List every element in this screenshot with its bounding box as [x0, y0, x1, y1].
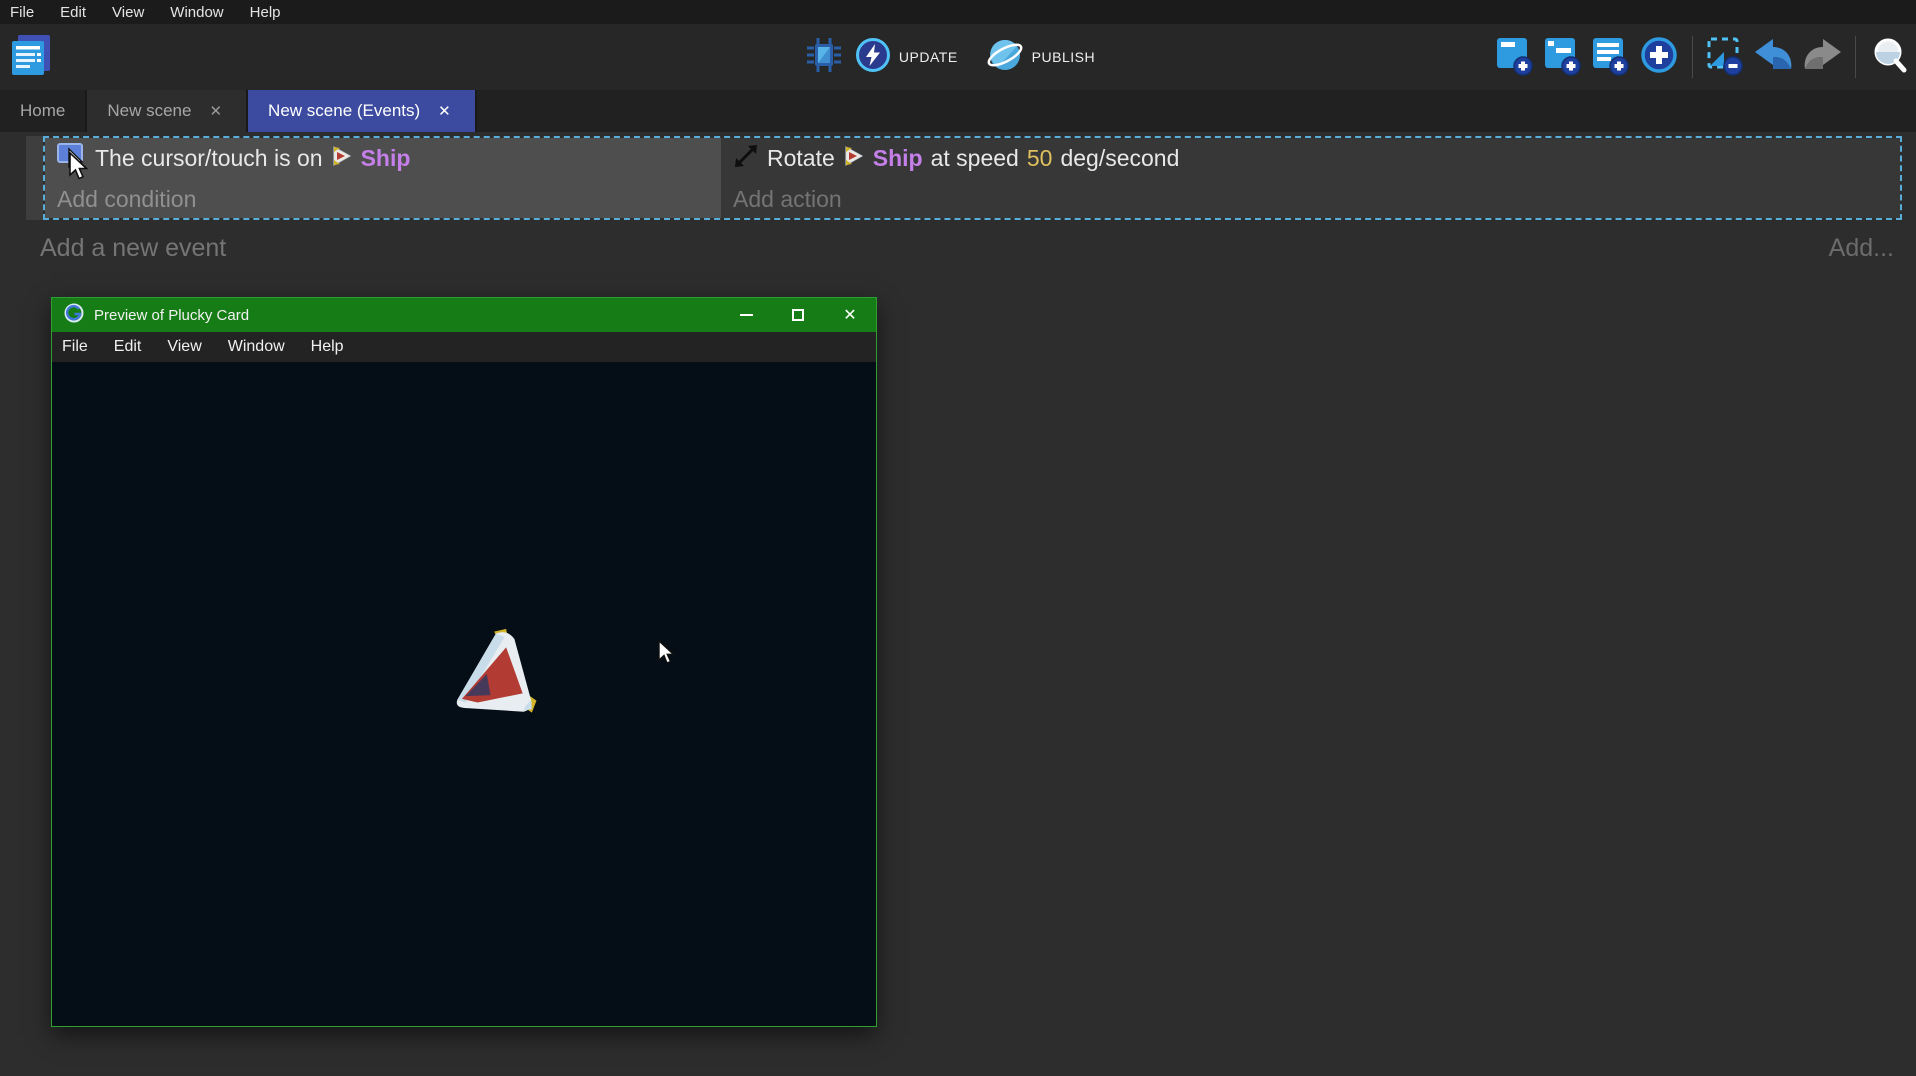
condition-text: The cursor/touch is on [95, 145, 323, 172]
toolbar-separator [1855, 36, 1856, 78]
game-canvas[interactable] [52, 362, 876, 1026]
condition-line[interactable]: The cursor/touch is on Ship [45, 138, 721, 179]
menu-window[interactable]: Window [170, 4, 223, 21]
gdevelop-app: { "colors": { "accent_blue": "#2e9be0", … [0, 0, 1916, 1076]
add-condition-button[interactable]: Add condition [45, 179, 721, 220]
preview-menu-edit[interactable]: Edit [114, 338, 142, 356]
preview-menu-help[interactable]: Help [311, 338, 344, 356]
conditions-column[interactable]: The cursor/touch is on Ship Add conditio… [45, 138, 721, 218]
publish-button[interactable]: PUBLISH [986, 34, 1113, 80]
game-mouse-cursor [656, 640, 678, 671]
ship-object-icon [331, 145, 353, 172]
debug-icon [806, 36, 842, 79]
events-sheet: The cursor/touch is on Ship Add conditio… [0, 132, 1916, 292]
rotate-icon [733, 143, 759, 175]
add-comment-button[interactable] [1590, 34, 1632, 80]
tab-close-icon[interactable]: ✕ [434, 100, 455, 122]
update-icon [855, 37, 891, 78]
update-button[interactable]: UPDATE [855, 34, 976, 80]
preview-menu-view[interactable]: View [167, 338, 201, 356]
event-drag-handle[interactable] [26, 136, 43, 220]
publish-icon [986, 36, 1024, 79]
maximize-icon [792, 309, 804, 321]
add-circle-icon [1639, 35, 1679, 80]
menu-view[interactable]: View [112, 4, 144, 21]
add-comment-icon [1591, 34, 1631, 81]
preview-menu-bar: File Edit View Window Help [52, 332, 876, 362]
preview-window[interactable]: Preview of Plucky Card ✕ File Edit View … [51, 297, 877, 1027]
add-more-button[interactable] [1638, 34, 1680, 80]
undo-icon [1753, 37, 1795, 78]
add-more-events-button[interactable]: Add... [1829, 234, 1894, 263]
add-new-event-row: Add a new event Add... [0, 228, 1916, 268]
editor-tab-bar: Home New scene ✕ New scene (Events) ✕ [0, 90, 1916, 132]
action-verb: Rotate [767, 145, 835, 172]
action-object-name: Ship [873, 145, 923, 172]
ship-object-icon [843, 145, 865, 172]
close-button[interactable]: ✕ [824, 298, 876, 332]
window-controls: ✕ [720, 298, 876, 332]
mouse-cursor [66, 152, 90, 185]
add-event-icon [1495, 34, 1535, 81]
minimize-icon [740, 314, 753, 316]
redo-button[interactable] [1801, 34, 1843, 80]
tab-new-scene-label: New scene [107, 101, 191, 121]
action-line[interactable]: Rotate Ship at speed 50 deg/second [721, 138, 1900, 179]
search-icon [1869, 35, 1909, 80]
action-value: 50 [1027, 145, 1053, 172]
tab-new-scene-events-label: New scene (Events) [268, 101, 420, 121]
menu-help[interactable]: Help [250, 4, 281, 21]
event-row[interactable]: The cursor/touch is on Ship Add conditio… [43, 136, 1902, 220]
preview-menu-file[interactable]: File [62, 338, 88, 356]
menu-file[interactable]: File [10, 4, 34, 21]
add-action-button[interactable]: Add action [721, 179, 1900, 220]
tab-home[interactable]: Home [0, 90, 87, 132]
action-text: at speed [931, 145, 1019, 172]
preview-title-bar[interactable]: Preview of Plucky Card ✕ [52, 298, 876, 332]
app-menu-bar: File Edit View Window Help [0, 0, 1916, 24]
main-toolbar: UPDATE PUBLISH [0, 24, 1916, 90]
preview-menu-window[interactable]: Window [228, 338, 285, 356]
tab-home-label: Home [20, 101, 65, 121]
tab-close-icon[interactable]: ✕ [205, 100, 226, 122]
update-label: UPDATE [899, 49, 958, 65]
gdevelop-logo-icon [64, 303, 84, 328]
toolbar-separator [1692, 36, 1693, 78]
debug-button[interactable] [803, 34, 845, 80]
remove-selection-button[interactable] [1705, 34, 1747, 80]
add-new-event-button[interactable]: Add a new event [40, 234, 226, 263]
tab-new-scene[interactable]: New scene ✕ [87, 90, 248, 132]
undo-button[interactable] [1753, 34, 1795, 80]
add-event-button[interactable] [1494, 34, 1536, 80]
minimize-button[interactable] [720, 298, 772, 332]
remove-selection-icon [1706, 34, 1746, 81]
tab-new-scene-events[interactable]: New scene (Events) ✕ [248, 90, 477, 132]
action-unit: deg/second [1060, 145, 1179, 172]
add-subevent-button[interactable] [1542, 34, 1584, 80]
close-icon: ✕ [843, 305, 856, 325]
redo-icon [1801, 37, 1843, 78]
search-events-button[interactable] [1868, 34, 1910, 80]
preview-window-title: Preview of Plucky Card [94, 307, 710, 324]
ship-sprite [450, 628, 542, 725]
actions-column[interactable]: Rotate Ship at speed 50 deg/second Add a… [721, 138, 1900, 218]
menu-edit[interactable]: Edit [60, 4, 86, 21]
maximize-button[interactable] [772, 298, 824, 332]
add-subevent-icon [1543, 34, 1583, 81]
publish-label: PUBLISH [1032, 49, 1095, 65]
condition-object-name: Ship [361, 145, 411, 172]
